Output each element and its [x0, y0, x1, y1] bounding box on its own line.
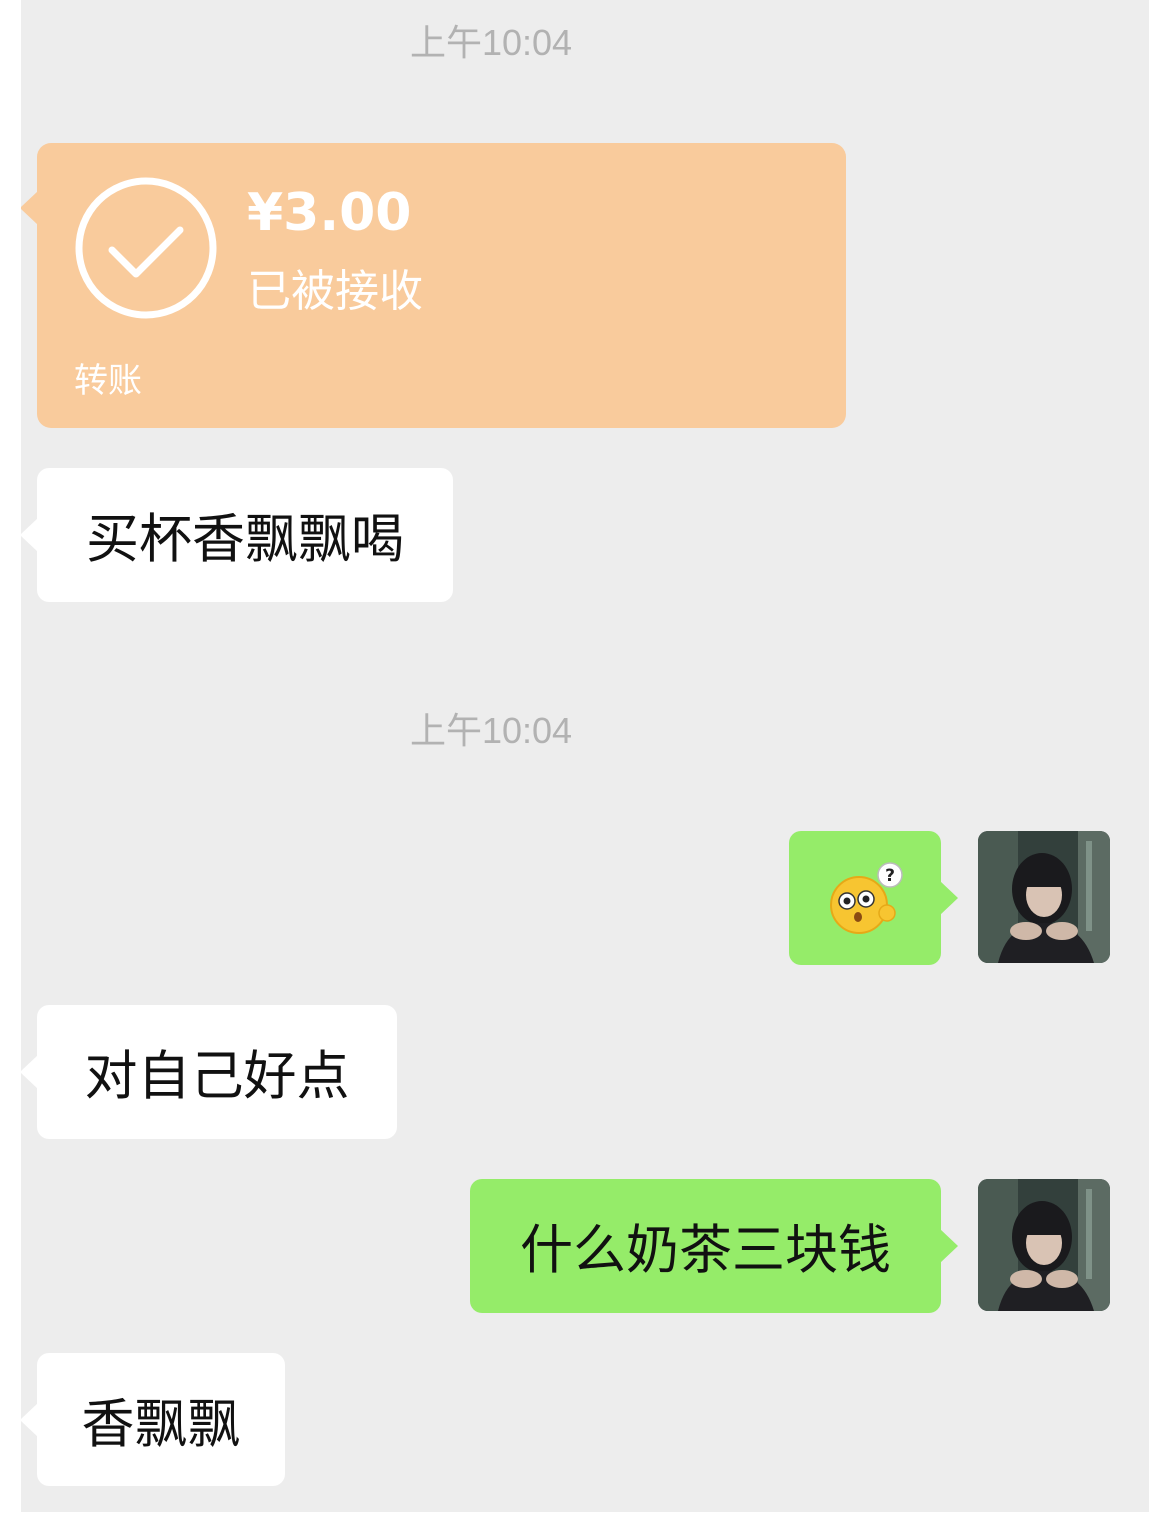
- transfer-label: 转账: [74, 361, 142, 401]
- timestamp: 上午10:04: [409, 710, 573, 751]
- message-bubble-incoming[interactable]: 对自己好点: [21, 1005, 397, 1139]
- message-text: 对自己好点: [84, 1046, 350, 1107]
- avatar-image: [978, 831, 1110, 963]
- chat-window[interactable]: 上午10:04 ¥3.00 已被接收 转账 买杯香飘飘喝 上午10:04 ? 对…: [21, 0, 1149, 1512]
- message-bubble-outgoing[interactable]: ?: [789, 831, 958, 965]
- message-text: 香飘飘: [81, 1393, 241, 1455]
- transfer-card[interactable]: ¥3.00 已被接收 转账: [21, 143, 846, 428]
- confused-face-emoji: ?: [830, 862, 903, 934]
- message-bubble-outgoing[interactable]: 什么奶茶三块钱: [470, 1179, 958, 1313]
- message-bubble-incoming[interactable]: 香飘飘: [21, 1353, 285, 1486]
- message-bubble-incoming[interactable]: 买杯香飘飘喝: [21, 468, 453, 602]
- message-text: 买杯香飘飘喝: [86, 509, 404, 570]
- avatar[interactable]: [978, 831, 1110, 963]
- svg-text:?: ?: [885, 866, 895, 886]
- message-text: 什么奶茶三块钱: [520, 1220, 891, 1281]
- transfer-status: 已被接收: [247, 266, 423, 317]
- avatar-image: [978, 1179, 1110, 1311]
- timestamp: 上午10:04: [409, 22, 573, 63]
- check-circle-icon: [75, 177, 217, 319]
- transfer-amount: ¥3.00: [247, 183, 412, 243]
- avatar[interactable]: [978, 1179, 1110, 1311]
